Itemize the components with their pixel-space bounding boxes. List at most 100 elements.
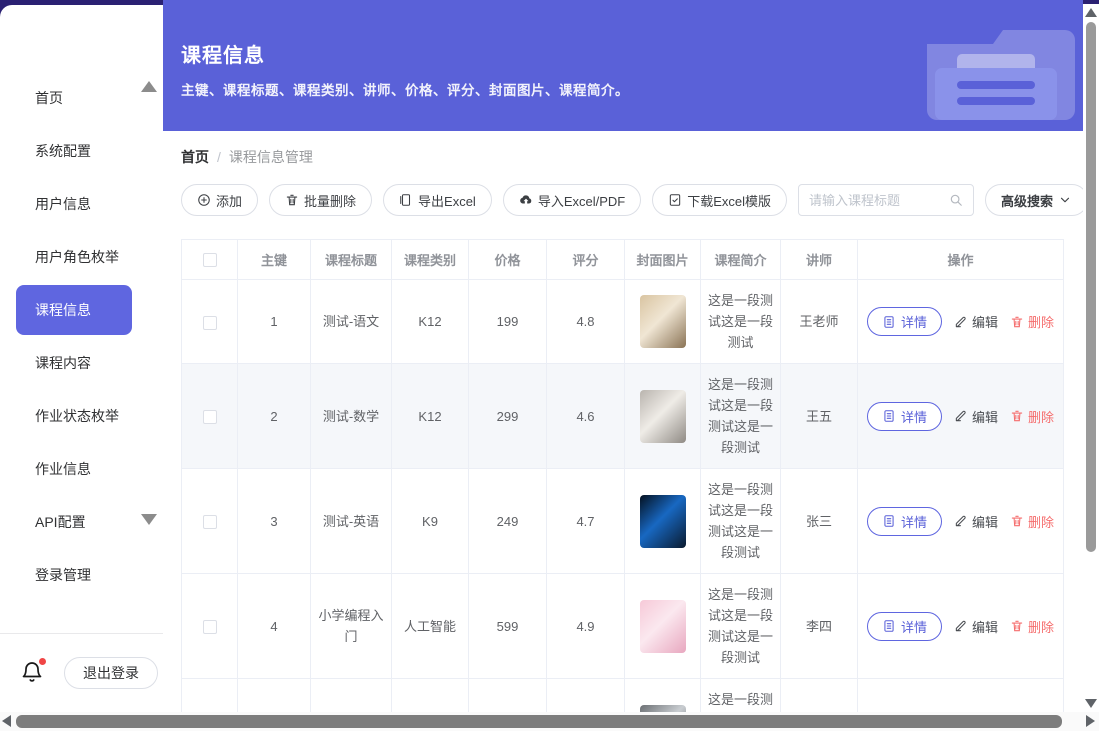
edit-button[interactable]: 编辑 (954, 312, 998, 331)
table-header-row: 主键 课程标题 课程类别 价格 评分 封面图片 课程简介 讲师 操作 (182, 240, 1064, 280)
delete-button[interactable]: 删除 (1010, 617, 1054, 636)
sidebar-scroll-up-icon[interactable] (141, 81, 157, 92)
vertical-scrollbar-thumb[interactable] (1086, 22, 1096, 552)
sidebar-item-user-role-enum[interactable]: 用户角色枚举 (16, 232, 132, 282)
column-header-intro: 课程简介 (701, 240, 781, 280)
breadcrumb-separator: / (217, 149, 221, 165)
search-input[interactable] (809, 193, 943, 208)
sidebar-item-login-manage[interactable]: 登录管理 (16, 550, 132, 600)
edit-pencil-icon (954, 514, 968, 528)
sidebar-item-course-info[interactable]: 课程信息 (16, 285, 132, 335)
cover-image (640, 295, 686, 348)
scroll-right-arrow-icon[interactable] (1086, 715, 1095, 727)
horizontal-scrollbar-thumb[interactable] (16, 715, 1062, 728)
row-checkbox[interactable] (203, 410, 217, 424)
sidebar-item-homework-status-enum[interactable]: 作业状态枚举 (16, 391, 132, 441)
cell-title: 测试-英语 (311, 469, 392, 574)
detail-button[interactable]: 详情 (867, 402, 942, 431)
cell-price: 199 (469, 280, 547, 364)
cell-category: K12 (392, 364, 469, 469)
edit-button[interactable]: 编辑 (954, 512, 998, 531)
cell-category: 人工智能 (392, 574, 469, 679)
row-checkbox[interactable] (203, 515, 217, 529)
horizontal-scrollbar[interactable] (0, 712, 1083, 731)
scroll-down-arrow-icon[interactable] (1085, 699, 1097, 708)
edit-button[interactable]: 编辑 (954, 617, 998, 636)
row-checkbox[interactable] (203, 620, 217, 634)
delete-button[interactable]: 删除 (1010, 312, 1054, 331)
sidebar-scroll-down-icon[interactable] (141, 514, 157, 525)
main-panel: 课程信息 主键、课程标题、课程类别、讲师、价格、评分、封面图片、课程简介。 首页… (163, 0, 1083, 712)
table-row: 1 测试-语文 K12 199 4.8 这是一段测试这是一段测试 王老师 详情 … (182, 280, 1064, 364)
cell-cover (625, 280, 701, 364)
notification-dot (39, 658, 46, 665)
sidebar-item-user-info[interactable]: 用户信息 (16, 179, 132, 229)
import-excel-pdf-button[interactable]: 导入Excel/PDF (503, 184, 641, 216)
breadcrumb-home[interactable]: 首页 (181, 147, 209, 167)
detail-button[interactable]: 详情 (867, 507, 942, 536)
cell-teacher: 张三 (781, 469, 858, 574)
cell-actions: 详情 编辑 删除 (858, 574, 1064, 679)
cell-title: 测试-数学 (311, 364, 392, 469)
cell-category: K9 (392, 679, 469, 713)
cloud-upload-icon (519, 193, 533, 207)
sidebar-item-home[interactable]: 首页 (16, 73, 132, 123)
export-excel-button[interactable]: 导出Excel (383, 184, 492, 216)
cell-price: 249 (469, 469, 547, 574)
trash-icon (285, 193, 299, 207)
cell-rating: 4.9 (547, 574, 625, 679)
cell-teacher: 李四 (781, 574, 858, 679)
sidebar-item-api-config[interactable]: API配置 (16, 497, 132, 547)
row-checkbox[interactable] (203, 316, 217, 330)
scroll-left-arrow-icon[interactable] (2, 715, 11, 727)
cell-teacher: 王老师 (781, 280, 858, 364)
table-row: 5 测试-政治 K9 350 4.5 这是一段测试这是一段测试这是一段测试 王五… (182, 679, 1064, 713)
download-template-button[interactable]: 下载Excel模版 (652, 184, 787, 216)
cell-id: 5 (238, 679, 311, 713)
delete-button[interactable]: 删除 (1010, 512, 1054, 531)
table-body: 1 测试-语文 K12 199 4.8 这是一段测试这是一段测试 王老师 详情 … (182, 280, 1064, 713)
trash-icon (1010, 619, 1024, 633)
cover-image (640, 705, 686, 713)
cell-rating: 4.5 (547, 679, 625, 713)
cell-intro: 这是一段测试这是一段测试这是一段测试 (701, 469, 781, 574)
cell-teacher: 王五 (781, 364, 858, 469)
select-all-checkbox[interactable] (203, 253, 217, 267)
detail-document-icon (882, 619, 896, 633)
sidebar-item-homework-info[interactable]: 作业信息 (16, 444, 132, 494)
column-header-cover: 封面图片 (625, 240, 701, 280)
toolbar: 添加 批量删除 导出Excel 导入Excel/PDF 下载Excel模版 (181, 184, 1063, 216)
cell-cover (625, 364, 701, 469)
cell-rating: 4.7 (547, 469, 625, 574)
logout-button[interactable]: 退出登录 (64, 657, 158, 689)
delete-button[interactable]: 删除 (1010, 407, 1054, 426)
sidebar-item-course-content[interactable]: 课程内容 (16, 338, 132, 388)
plus-circle-icon (197, 193, 211, 207)
cell-id: 4 (238, 574, 311, 679)
detail-document-icon (882, 315, 896, 329)
detail-button[interactable]: 详情 (867, 307, 942, 336)
sidebar-item-system-config[interactable]: 系统配置 (16, 126, 132, 176)
export-document-icon (399, 193, 413, 207)
sidebar: 首页 系统配置 用户信息 用户角色枚举 课程信息 课程内容 作业状态枚举 作业信… (0, 5, 163, 712)
trash-icon (1010, 514, 1024, 528)
vertical-scrollbar[interactable] (1083, 4, 1099, 712)
document-check-icon (668, 193, 682, 207)
cell-price: 350 (469, 679, 547, 713)
cover-image (640, 600, 686, 653)
cell-cover (625, 469, 701, 574)
detail-button[interactable]: 详情 (867, 612, 942, 641)
edit-button[interactable]: 编辑 (954, 407, 998, 426)
search-icon[interactable] (949, 193, 963, 207)
cell-intro: 这是一段测试这是一段测试这是一段测试 (701, 364, 781, 469)
advanced-search-button[interactable]: 高级搜索 (985, 184, 1083, 216)
cell-title: 小学编程入门 (311, 574, 392, 679)
scroll-up-arrow-icon[interactable] (1085, 8, 1097, 17)
batch-delete-button[interactable]: 批量删除 (269, 184, 372, 216)
edit-pencil-icon (954, 619, 968, 633)
add-button[interactable]: 添加 (181, 184, 258, 216)
cell-intro: 这是一段测试这是一段测试 (701, 280, 781, 364)
cell-intro: 这是一段测试这是一段测试这是一段测试 (701, 679, 781, 713)
notification-bell-icon[interactable] (20, 660, 46, 686)
search-box (798, 184, 974, 216)
